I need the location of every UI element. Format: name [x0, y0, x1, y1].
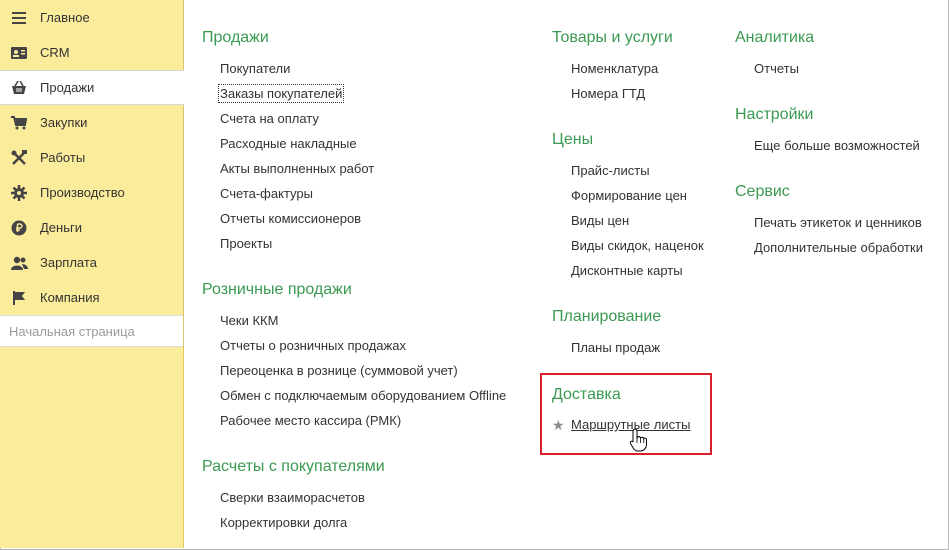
sidebar-item-production[interactable]: Производство	[0, 175, 183, 210]
link-work-acts[interactable]: Акты выполненных работ	[220, 161, 374, 176]
section-title-analytics: Аналитика	[735, 29, 815, 46]
sidebar-item-works[interactable]: Работы	[0, 140, 183, 175]
basket-icon	[10, 80, 28, 96]
link-sales-plans[interactable]: Планы продаж	[571, 340, 660, 355]
sidebar-item-sales[interactable]: Продажи	[0, 70, 184, 105]
ruble-coin-icon	[10, 220, 28, 236]
sidebar-item-purchases[interactable]: Закупки	[0, 105, 183, 140]
link-cash-receipts[interactable]: Чеки ККМ	[220, 313, 278, 328]
section-title-planning: Планирование	[552, 308, 662, 325]
link-invoices[interactable]: Счета на оплату	[220, 111, 319, 126]
sidebar-item-label: Закупки	[40, 115, 88, 130]
people-icon	[10, 255, 28, 271]
link-cashier-workplace[interactable]: Рабочее место кассира (РМК)	[220, 413, 401, 428]
link-vat-invoices[interactable]: Счета-фактуры	[220, 186, 313, 201]
section-title-settlements: Расчеты с покупателями	[202, 458, 385, 475]
link-offline-equipment-exchange[interactable]: Обмен с подключаемым оборудованием Offli…	[220, 388, 506, 403]
tools-icon	[10, 149, 28, 166]
link-nomenclature[interactable]: Номенклатура	[571, 61, 658, 76]
link-retail-reports[interactable]: Отчеты о розничных продажах	[220, 338, 406, 353]
cart-icon	[10, 115, 28, 131]
link-price-formation[interactable]: Формирование цен	[571, 188, 687, 203]
section-title-service: Сервис	[735, 183, 790, 200]
sidebar-item-label: Главное	[40, 10, 90, 25]
sidebar: Главное CRM Продажи Закупки Работы Произ…	[0, 0, 187, 548]
link-retail-revaluation[interactable]: Переоценка в рознице (суммовой учет)	[220, 363, 458, 378]
sidebar-item-label: Работы	[40, 150, 86, 165]
sidebar-item-money[interactable]: Деньги	[0, 210, 183, 245]
link-discount-types[interactable]: Виды скидок, наценок	[571, 238, 704, 253]
section-title-retail: Розничные продажи	[202, 281, 352, 298]
flag-icon	[10, 290, 28, 306]
sidebar-item-main[interactable]: Главное	[0, 0, 183, 35]
star-icon[interactable]: ★	[552, 417, 565, 434]
sidebar-item-label: Деньги	[40, 220, 82, 235]
section-title-goods: Товары и услуги	[552, 29, 673, 46]
link-reconciliations[interactable]: Сверки взаиморасчетов	[220, 490, 365, 505]
link-more-features[interactable]: Еще больше возможностей	[754, 138, 920, 153]
crm-card-icon	[10, 45, 28, 61]
link-customs-numbers[interactable]: Номера ГТД	[571, 86, 645, 101]
link-commission-reports[interactable]: Отчеты комиссионеров	[220, 211, 361, 226]
link-price-types[interactable]: Виды цен	[571, 213, 629, 228]
sidebar-item-label: Производство	[40, 185, 125, 200]
sidebar-item-label: Компания	[40, 290, 100, 305]
link-discount-cards[interactable]: Дисконтные карты	[571, 263, 683, 278]
section-title-prices: Цены	[552, 131, 594, 148]
link-projects[interactable]: Проекты	[220, 236, 272, 251]
gear-icon	[10, 184, 28, 201]
sidebar-item-company[interactable]: Компания	[0, 280, 183, 315]
link-additional-processing[interactable]: Дополнительные обработки	[754, 240, 923, 255]
link-debt-adjustments[interactable]: Корректировки долга	[220, 515, 347, 530]
link-sales-waybills[interactable]: Расходные накладные	[220, 136, 357, 151]
sidebar-item-label: Продажи	[40, 80, 95, 95]
hand-cursor-icon	[629, 428, 649, 455]
sidebar-item-crm[interactable]: CRM	[0, 35, 183, 70]
section-title-sales: Продажи	[202, 29, 269, 46]
sidebar-item-salary[interactable]: Зарплата	[0, 245, 183, 280]
link-label-printing[interactable]: Печать этикеток и ценников	[754, 215, 922, 230]
link-customers[interactable]: Покупатели	[220, 61, 290, 76]
sidebar-item-label: CRM	[40, 45, 70, 60]
link-reports[interactable]: Отчеты	[754, 61, 799, 76]
home-page-link[interactable]: Начальная страница	[0, 315, 183, 347]
menu-icon	[10, 10, 28, 26]
section-title-delivery: Доставка	[552, 386, 621, 403]
sidebar-item-label: Зарплата	[40, 255, 97, 270]
section-title-settings: Настройки	[735, 106, 814, 123]
link-price-lists[interactable]: Прайс-листы	[571, 163, 650, 178]
link-customer-orders[interactable]: Заказы покупателей	[217, 84, 345, 103]
